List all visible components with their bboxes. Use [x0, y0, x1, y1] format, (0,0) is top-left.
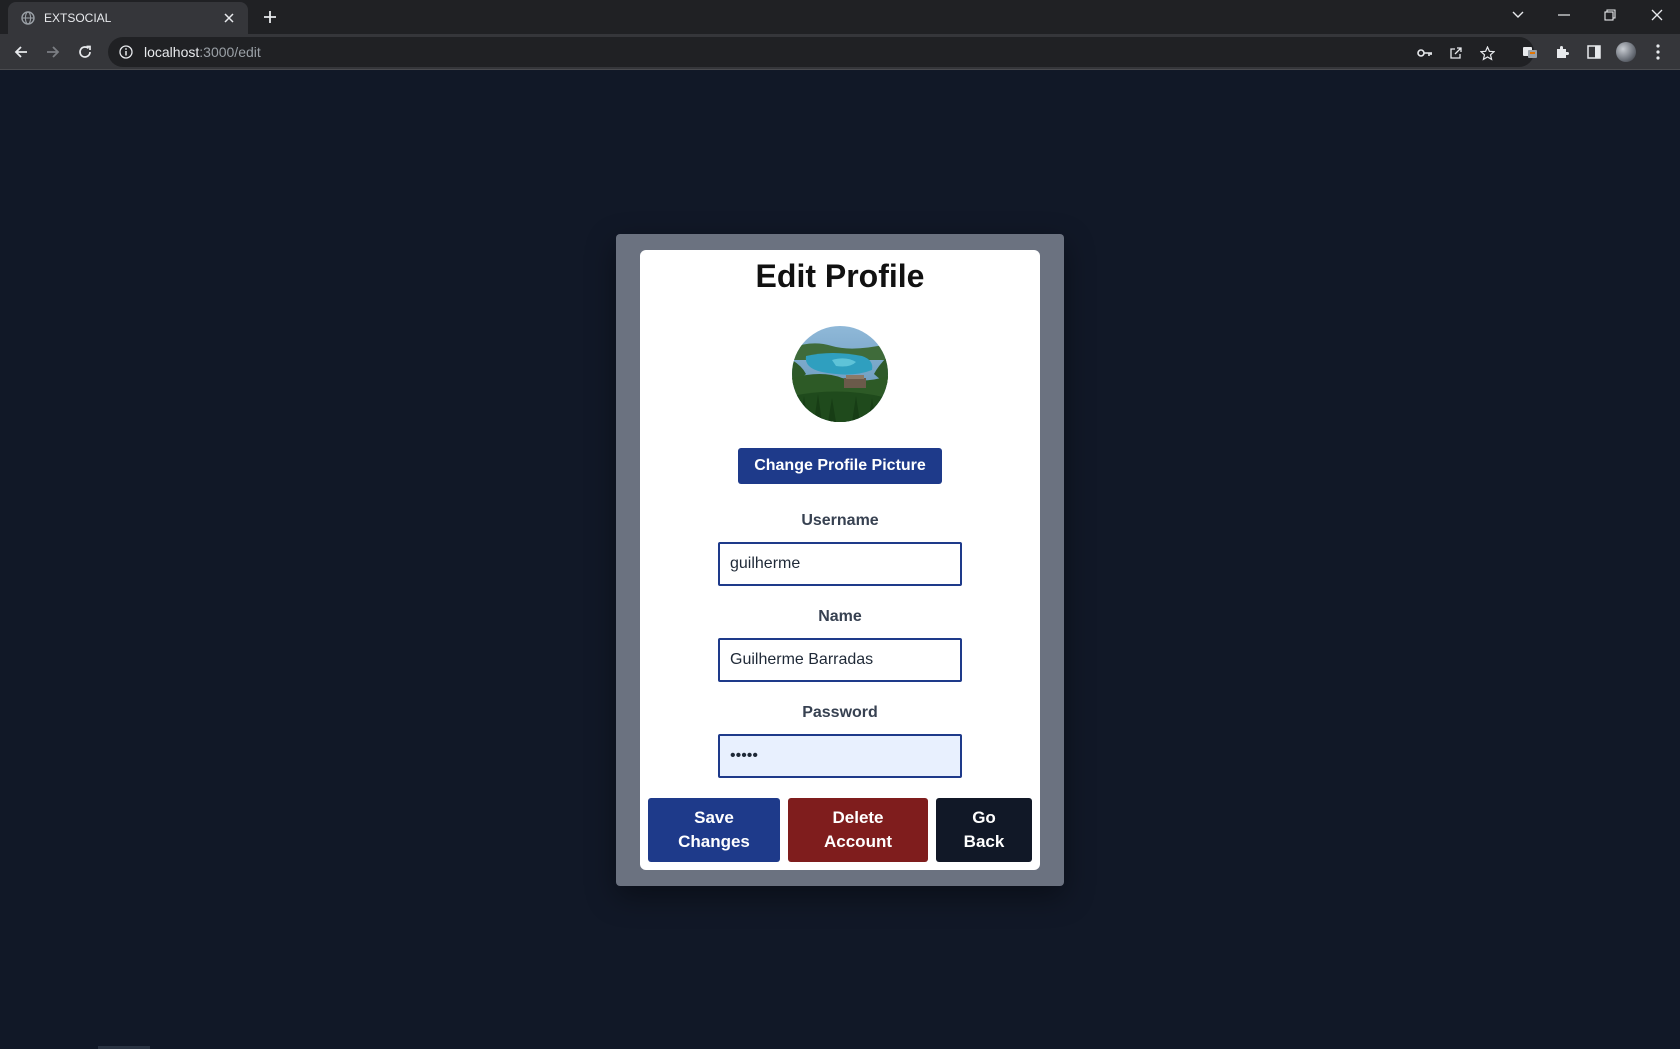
- site-info-icon[interactable]: [118, 44, 134, 60]
- delete-button-line1: Delete: [832, 808, 884, 827]
- reload-icon[interactable]: [72, 39, 98, 65]
- go-back-button[interactable]: Go Back: [936, 798, 1032, 862]
- password-input[interactable]: [718, 734, 962, 778]
- edit-profile-card-frame: Edit Profile Change Profile Picture User…: [616, 234, 1064, 886]
- back-arrow-icon[interactable]: [8, 39, 34, 65]
- side-panel-icon[interactable]: [1582, 40, 1606, 64]
- password-label: Password: [802, 704, 878, 721]
- new-tab-icon[interactable]: [259, 6, 281, 28]
- close-window-icon[interactable]: [1634, 0, 1680, 30]
- save-button-line2: Changes: [678, 832, 750, 851]
- change-profile-picture-button[interactable]: Change Profile Picture: [738, 448, 942, 484]
- name-input[interactable]: [718, 638, 962, 682]
- minimize-icon[interactable]: [1541, 0, 1587, 30]
- share-icon[interactable]: [1445, 42, 1467, 64]
- url-text: localhost:3000/edit: [144, 44, 261, 60]
- browser-tab-strip: EXTSOCIAL: [0, 0, 1680, 34]
- close-tab-icon[interactable]: [220, 9, 238, 27]
- menu-kebab-icon[interactable]: [1646, 40, 1670, 64]
- globe-icon: [20, 10, 36, 26]
- url-path: :3000/edit: [199, 44, 261, 60]
- bookmark-star-icon[interactable]: [1476, 42, 1498, 64]
- save-button-line1: Save: [694, 808, 734, 827]
- extensions-puzzle-icon[interactable]: [1550, 40, 1574, 64]
- username-label: Username: [801, 512, 879, 529]
- url-host: localhost: [144, 44, 200, 60]
- save-changes-button[interactable]: Save Changes: [648, 798, 780, 862]
- username-input[interactable]: [718, 542, 962, 586]
- browser-tab[interactable]: EXTSOCIAL: [8, 2, 248, 34]
- restore-icon[interactable]: [1587, 0, 1633, 30]
- tab-search-chevron-icon[interactable]: [1495, 0, 1541, 30]
- edit-profile-form: Edit Profile Change Profile Picture User…: [640, 250, 1040, 870]
- back-button-line1: Go: [972, 808, 996, 827]
- key-icon[interactable]: [1414, 42, 1436, 64]
- profile-avatar-icon[interactable]: [1614, 40, 1638, 64]
- delete-account-button[interactable]: Delete Account: [788, 798, 928, 862]
- page-title: Edit Profile: [755, 258, 925, 294]
- translate-icon[interactable]: [1518, 40, 1542, 64]
- name-label: Name: [818, 608, 862, 625]
- address-bar[interactable]: localhost:3000/edit: [108, 37, 1534, 67]
- back-button-line2: Back: [963, 832, 1005, 851]
- browser-toolbar: localhost:3000/edit: [0, 34, 1680, 70]
- profile-picture: [792, 326, 888, 422]
- forward-arrow-icon[interactable]: [40, 39, 66, 65]
- delete-button-line2: Account: [824, 832, 892, 851]
- tab-title: EXTSOCIAL: [44, 11, 112, 25]
